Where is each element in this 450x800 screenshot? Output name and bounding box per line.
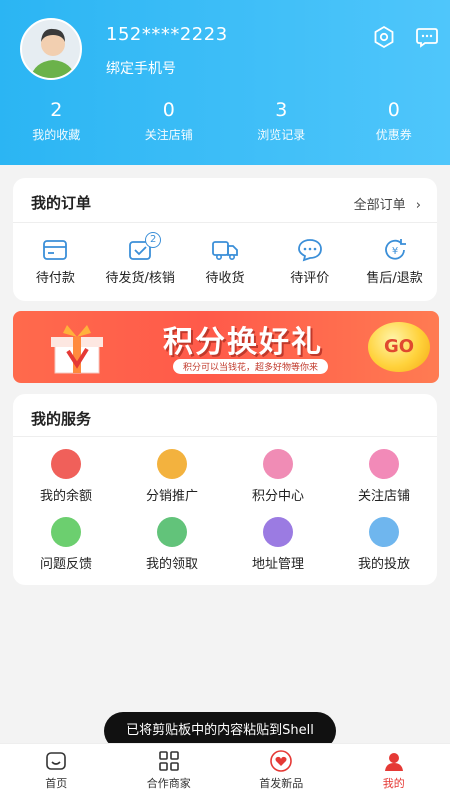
stat-favorites[interactable]: 2 我的收藏 bbox=[0, 98, 113, 143]
flower-icon bbox=[263, 449, 293, 479]
phone-number: 152****2223 bbox=[106, 24, 228, 45]
stat-value: 2 bbox=[50, 99, 63, 121]
order-pending-payment[interactable]: 待付款 bbox=[13, 238, 98, 286]
tab-label: 首发新品 bbox=[259, 777, 304, 790]
service-my-delivery[interactable]: 我的投放 bbox=[331, 517, 437, 585]
order-label: 售后/退款 bbox=[366, 271, 423, 286]
tab-home[interactable]: 首页 bbox=[0, 744, 113, 800]
points-exchange-banner[interactable]: 积分换好礼 积分可以当钱花，超多好物等你来 GO bbox=[13, 311, 439, 383]
service-followed-shops[interactable]: 关注店铺 bbox=[331, 449, 437, 517]
stat-followed-shops[interactable]: 0 关注店铺 bbox=[113, 98, 226, 143]
stat-label: 浏览记录 bbox=[257, 128, 306, 142]
service-label: 关注店铺 bbox=[357, 489, 410, 504]
service-balance[interactable]: 我的余额 bbox=[13, 449, 119, 517]
message-icon[interactable] bbox=[415, 25, 439, 49]
heart-icon bbox=[270, 750, 293, 772]
claim-icon bbox=[157, 517, 187, 547]
svg-text:¥: ¥ bbox=[391, 246, 397, 257]
tab-mine[interactable]: 我的 bbox=[338, 744, 450, 800]
chat-icon bbox=[297, 239, 322, 262]
service-label: 积分中心 bbox=[251, 489, 304, 504]
service-distribution[interactable]: 分销推广 bbox=[119, 449, 225, 517]
go-button[interactable]: GO bbox=[368, 322, 430, 372]
service-my-claims[interactable]: 我的领取 bbox=[119, 517, 225, 585]
order-status-row: 待付款 2 待发货/核销 待收货 待评价 ¥ 售后/退款 bbox=[13, 232, 437, 286]
stat-label: 优惠券 bbox=[375, 128, 412, 142]
home-icon bbox=[46, 752, 67, 770]
stat-coupons[interactable]: 0 优惠券 bbox=[338, 98, 450, 143]
services-grid: 我的余额 分销推广 积分中心 关注店铺 问题反馈 我的领取 地址管理 我的投放 bbox=[13, 449, 437, 585]
service-label: 地址管理 bbox=[251, 557, 304, 572]
banner-title: 积分换好礼 bbox=[163, 325, 323, 360]
banner-subtitle: 积分可以当钱花，超多好物等你来 bbox=[173, 359, 329, 374]
stat-label: 关注店铺 bbox=[144, 128, 193, 142]
stats-bar: 2 我的收藏 0 关注店铺 3 浏览记录 0 优惠券 bbox=[0, 98, 450, 143]
stat-value: 0 bbox=[162, 99, 175, 121]
stat-value: 0 bbox=[387, 99, 400, 121]
order-label: 待收货 bbox=[205, 271, 245, 286]
service-label: 问题反馈 bbox=[39, 557, 92, 572]
divider bbox=[13, 436, 437, 437]
order-pending-receipt[interactable]: 待收货 bbox=[183, 238, 268, 286]
bottom-tab-bar: 首页 合作商家 首发新品 我的 bbox=[0, 743, 450, 800]
order-label: 待付款 bbox=[35, 271, 75, 286]
location-icon bbox=[263, 517, 293, 547]
gift-box-icon bbox=[369, 449, 399, 479]
service-label: 分销推广 bbox=[145, 489, 198, 504]
avatar[interactable] bbox=[20, 18, 82, 80]
stat-value: 3 bbox=[275, 99, 288, 121]
service-label: 我的余额 bbox=[39, 489, 92, 504]
service-label: 我的投放 bbox=[357, 557, 410, 572]
all-orders-label: 全部订单 bbox=[353, 198, 406, 213]
services-card: 我的服务 我的余额 分销推广 积分中心 关注店铺 问题反馈 我的领取 地址管理 … bbox=[13, 394, 437, 585]
truck-icon bbox=[212, 241, 238, 260]
gift-icon bbox=[51, 325, 103, 374]
settings-icon[interactable] bbox=[372, 25, 396, 49]
chevron-right-icon: › bbox=[415, 198, 421, 213]
services-row: 我的余额 分销推广 积分中心 关注店铺 bbox=[13, 449, 437, 517]
feedback-icon bbox=[51, 517, 81, 547]
orders-title: 我的订单 bbox=[31, 194, 92, 212]
stat-label: 我的收藏 bbox=[32, 128, 81, 142]
tab-new-products[interactable]: 首发新品 bbox=[225, 744, 338, 800]
service-points-center[interactable]: 积分中心 bbox=[225, 449, 331, 517]
refund-icon: ¥ bbox=[384, 239, 406, 260]
service-label: 我的领取 bbox=[145, 557, 198, 572]
order-label: 待评价 bbox=[290, 271, 330, 286]
wallet-icon bbox=[43, 240, 68, 260]
delivery-icon bbox=[369, 517, 399, 547]
all-orders-link[interactable]: 全部订单 › bbox=[354, 194, 421, 213]
tab-label: 我的 bbox=[382, 777, 405, 790]
profile-header: 152****2223 绑定手机号 2 我的收藏 0 关注店铺 3 浏览记录 0… bbox=[0, 0, 450, 165]
piggy-icon bbox=[51, 449, 81, 479]
order-pending-shipment[interactable]: 2 待发货/核销 bbox=[98, 232, 183, 286]
order-refund[interactable]: ¥ 售后/退款 bbox=[352, 238, 437, 286]
crown-icon bbox=[157, 449, 187, 479]
tab-label: 首页 bbox=[45, 777, 68, 790]
order-badge: 2 bbox=[145, 232, 162, 248]
profile-icon bbox=[384, 753, 403, 771]
services-title: 我的服务 bbox=[31, 410, 92, 428]
orders-card: 我的订单 全部订单 › 待付款 2 待发货/核销 待收货 待评价 ¥ 售后/退款 bbox=[13, 178, 437, 301]
stat-history[interactable]: 3 浏览记录 bbox=[225, 98, 338, 143]
grid-icon bbox=[158, 751, 179, 771]
tab-partners[interactable]: 合作商家 bbox=[113, 744, 226, 800]
order-pending-review[interactable]: 待评价 bbox=[267, 238, 352, 286]
tab-label: 合作商家 bbox=[146, 777, 191, 790]
bind-phone-link[interactable]: 绑定手机号 bbox=[106, 58, 176, 78]
services-row: 问题反馈 我的领取 地址管理 我的投放 bbox=[13, 517, 437, 585]
order-label: 待发货/核销 bbox=[105, 271, 175, 286]
service-address[interactable]: 地址管理 bbox=[225, 517, 331, 585]
divider bbox=[13, 222, 437, 223]
service-feedback[interactable]: 问题反馈 bbox=[13, 517, 119, 585]
